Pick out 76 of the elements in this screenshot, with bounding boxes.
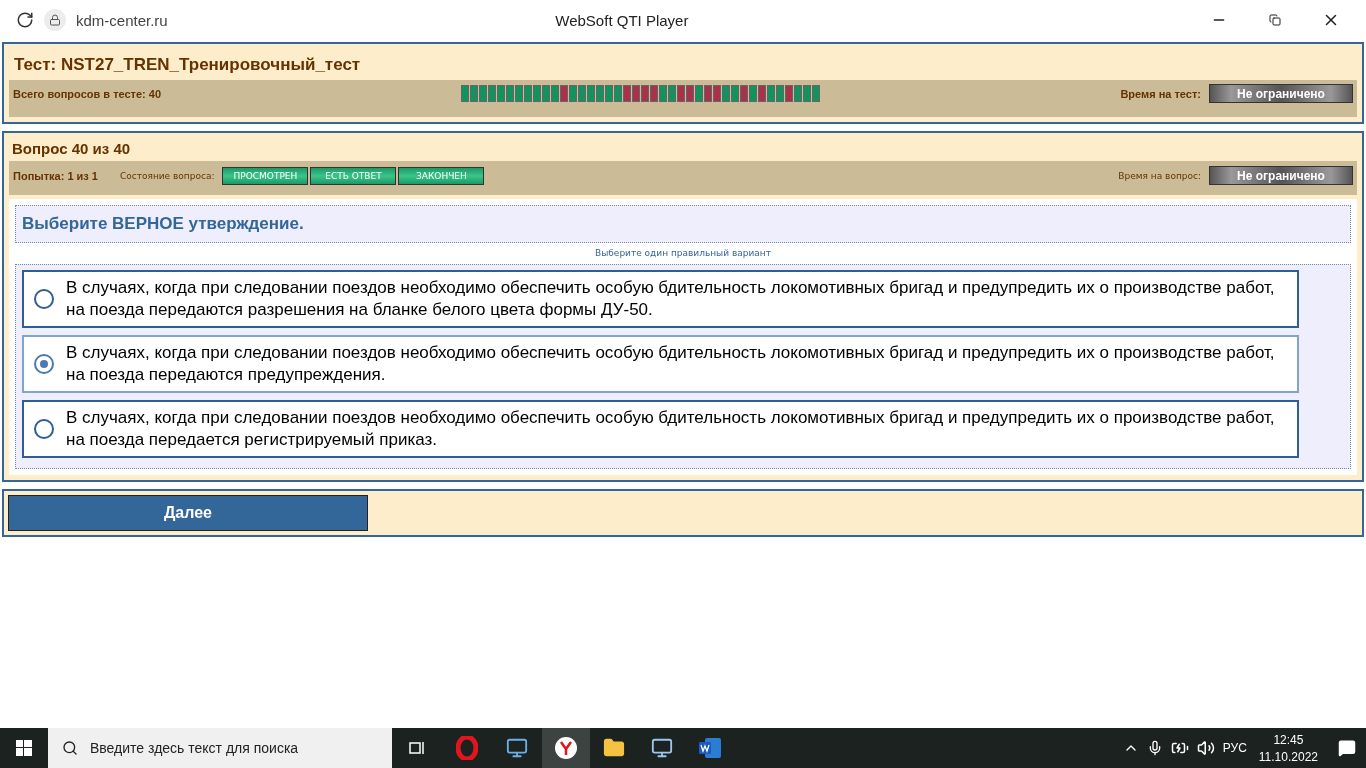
question-time-label: Время на вопрос: [1118, 170, 1201, 181]
progress-square[interactable] [739, 85, 748, 102]
answer-option[interactable] [22, 270, 1299, 328]
progress-square[interactable] [577, 85, 586, 102]
window-title: WebSoft QTI Player [555, 11, 689, 29]
question-title: Вопрос 40 из 40 [11, 139, 132, 159]
notifications-icon[interactable] [1338, 739, 1356, 757]
lock-icon [44, 9, 66, 31]
progress-square[interactable] [505, 85, 514, 102]
progress-square[interactable] [478, 85, 487, 102]
progress-square[interactable] [595, 85, 604, 102]
progress-square[interactable] [487, 85, 496, 102]
progress-square[interactable] [541, 85, 550, 102]
search-icon [62, 740, 78, 756]
progress-square[interactable] [685, 85, 694, 102]
progress-square[interactable] [676, 85, 685, 102]
progress-square[interactable] [802, 85, 811, 102]
progress-square[interactable] [559, 85, 568, 102]
progress-square[interactable] [775, 85, 784, 102]
progress-square[interactable] [766, 85, 775, 102]
radio-button[interactable] [34, 289, 54, 309]
progress-square[interactable] [532, 85, 541, 102]
state-indicator: ЗАКОНЧЕН [398, 166, 485, 185]
test-title: Тест: NST27_TREN_Тренировочный_тест [13, 54, 362, 76]
progress-square[interactable] [640, 85, 649, 102]
progress-square[interactable] [469, 85, 478, 102]
option-text: В случаях, когда при следовании поездов необходимо обеспечить особую бдительность локомотивных бригад и предупредить их о производстве работ, на поезда передаются разрешения на бланке белого цвета формы ДУ-50. [66, 277, 1276, 321]
progress-square[interactable] [703, 85, 712, 102]
test-time-label: Время на тест: [1120, 87, 1201, 100]
progress-square[interactable] [667, 85, 676, 102]
address-text: kdm-center.ru [76, 11, 168, 29]
progress-square[interactable] [514, 85, 523, 102]
question-time-value: Не ограничено [1209, 166, 1353, 185]
question-prompt: Выберите ВЕРНОЕ утверждение. [15, 205, 1351, 243]
total-questions-label: Всего вопросов в тесте: 40 [13, 87, 162, 100]
progress-square[interactable] [613, 85, 622, 102]
progress-square[interactable] [460, 85, 469, 102]
progress-square[interactable] [649, 85, 658, 102]
state-indicator: ЕСТЬ ОТВЕТ [310, 166, 397, 185]
progress-square[interactable] [496, 85, 505, 102]
clock[interactable]: 12:45 11.10.2022 [1258, 732, 1318, 764]
answer-option[interactable]: В случаях, когда при следовании поездов необходимо обеспечить особую бдительность локомотивных бригад и предупредить их о производстве работ, на поезда передается регистрируемый приказ. [22, 400, 1299, 458]
test-time-value: Не ограничено [1209, 84, 1353, 103]
state-indicator: ПРОСМОТРЕН [222, 166, 309, 185]
y-browser-icon[interactable] [542, 728, 590, 768]
progress-square[interactable] [730, 85, 739, 102]
restore-icon[interactable] [1269, 14, 1281, 26]
language-indicator[interactable]: РУС [1222, 741, 1247, 755]
progress-square[interactable] [694, 85, 703, 102]
progress-square[interactable] [586, 85, 595, 102]
progress-square[interactable] [748, 85, 757, 102]
radio-button[interactable] [34, 354, 54, 374]
attempt-label: Попытка: 1 из 1 [13, 169, 98, 182]
reload-icon[interactable] [16, 11, 34, 29]
progress-square[interactable] [811, 85, 820, 102]
next-button[interactable]: Далее [8, 495, 368, 531]
instruction-text: Выберите один правильный вариант [595, 248, 771, 258]
progress-square[interactable] [658, 85, 667, 102]
progress-square[interactable] [523, 85, 532, 102]
state-label: Состояние вопроса: [120, 170, 215, 181]
progress-square[interactable] [604, 85, 613, 102]
answer-option[interactable]: В случаях, когда при следовании поездов необходимо обеспечить особую бдительность локомотивных бригад и предупредить их о производстве работ, на поезда передаются предупреждения. [22, 335, 1299, 393]
volume-icon[interactable] [1196, 739, 1215, 757]
progress-square[interactable] [631, 85, 640, 102]
radio-button[interactable] [34, 419, 54, 439]
progress-square[interactable] [550, 85, 559, 102]
progress-square[interactable] [793, 85, 802, 102]
progress-square[interactable] [721, 85, 730, 102]
progress-square[interactable] [712, 85, 721, 102]
progress-square[interactable] [622, 85, 631, 102]
taskbar-search-field[interactable]: Введите здесь текст для поиска [48, 728, 392, 768]
progress-square[interactable] [757, 85, 766, 102]
progress-square[interactable] [568, 85, 577, 102]
progress-square[interactable] [784, 85, 793, 102]
option-text: В случаях, когда при следовании поездов необходимо обеспечить особую бдительность локомотивных бригад и предупредить их о производстве работ, на поезда передается регистрируемый приказ. [66, 407, 1276, 451]
option-text: В случаях, когда при следовании поездов необходимо обеспечить особую бдительность локомотивных бригад и предупредить их о производстве работ, на поезда передаются предупреждения. [66, 342, 1276, 386]
